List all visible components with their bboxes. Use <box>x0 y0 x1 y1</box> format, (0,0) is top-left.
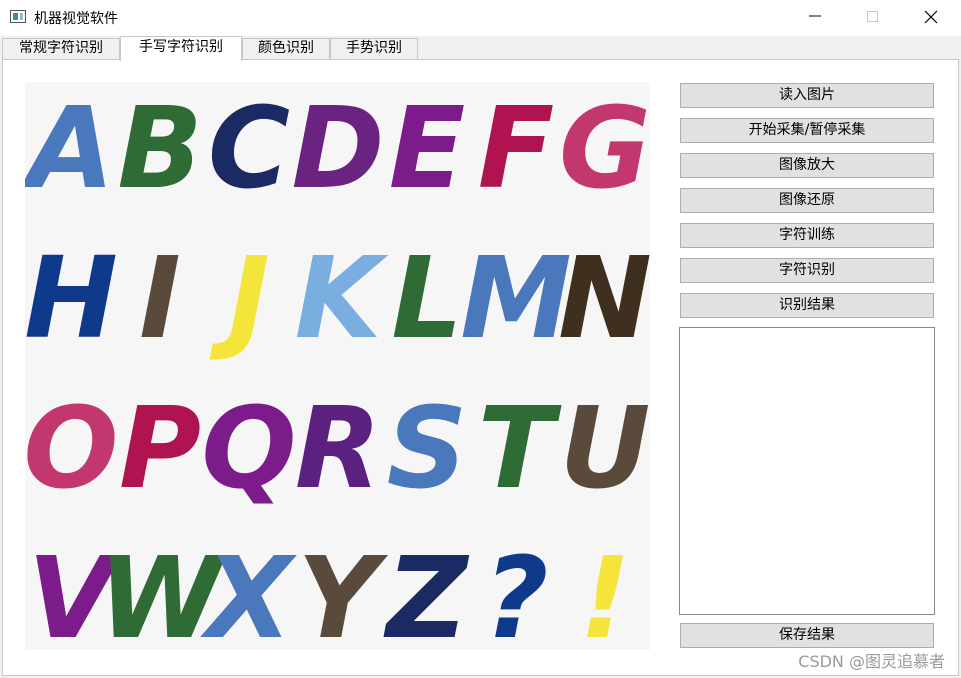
start-stop-capture-button[interactable]: 开始采集/暂停采集 <box>680 118 934 143</box>
tab-color-recognition[interactable]: 颜色识别 <box>242 38 330 59</box>
save-result-button[interactable]: 保存结果 <box>680 623 934 648</box>
letter-f: F <box>478 84 555 214</box>
letter-c: C <box>208 84 290 214</box>
letter-o: O <box>25 384 119 514</box>
letter-d: D <box>292 84 385 214</box>
letter-h: H <box>25 234 118 364</box>
letter-exclamation: ! <box>579 534 630 650</box>
letter-a: A <box>25 84 114 214</box>
minimize-button[interactable] <box>786 0 844 34</box>
letter-j: J <box>209 234 270 364</box>
minimize-icon <box>809 15 821 17</box>
letter-u: U <box>560 384 650 514</box>
letter-s: S <box>387 384 468 514</box>
zoom-in-button[interactable]: 图像放大 <box>680 153 934 178</box>
tab-regular-ocr[interactable]: 常规字符识别 <box>2 38 120 59</box>
letter-i: I <box>139 234 181 364</box>
letter-m: M <box>460 234 571 364</box>
letter-z: Z <box>383 534 469 650</box>
app-icon <box>10 10 26 23</box>
letter-question: ? <box>484 534 549 650</box>
close-button[interactable] <box>902 0 960 34</box>
recognize-characters-button[interactable]: 字符识别 <box>680 258 934 283</box>
letter-b: B <box>117 84 202 214</box>
watermark: CSDN @图灵追慕者 <box>798 652 945 671</box>
close-icon <box>924 10 938 24</box>
title-bar: 机器视觉软件 <box>0 0 961 36</box>
result-text-area[interactable] <box>679 327 935 615</box>
window-title: 机器视觉软件 <box>34 11 118 27</box>
recognition-result-button[interactable]: 识别结果 <box>680 293 934 318</box>
tab-gesture-recognition[interactable]: 手势识别 <box>330 38 418 59</box>
load-image-button[interactable]: 读入图片 <box>680 83 934 108</box>
letter-n: N <box>558 234 650 364</box>
letter-e: E <box>389 84 466 214</box>
restore-image-button[interactable]: 图像还原 <box>680 188 934 213</box>
handwritten-letters-image: A B C D E F GH I J K LMNO P QR S T UVWX Y Z?! <box>25 84 650 650</box>
letter-x: X <box>200 534 297 650</box>
train-characters-button[interactable]: 字符训练 <box>680 223 934 248</box>
letter-k: K <box>295 234 389 364</box>
letter-p: P <box>119 384 201 514</box>
maximize-icon <box>867 11 878 22</box>
letter-r: R <box>295 384 381 514</box>
letter-t: T <box>478 384 562 514</box>
letter-y: Y <box>297 534 388 650</box>
image-display: A B C D E F G H I J K L M N O P Q R S T U V W X Y Z?! <box>25 82 650 650</box>
letter-l: L <box>391 234 462 364</box>
maximize-button[interactable] <box>844 0 902 34</box>
letter-q: Q <box>201 384 296 514</box>
letter-g: G <box>559 84 650 214</box>
tab-handwriting-ocr[interactable]: 手写字符识别 <box>120 36 242 61</box>
tab-bar: 常规字符识别 手写字符识别 颜色识别 手势识别 <box>0 36 961 61</box>
